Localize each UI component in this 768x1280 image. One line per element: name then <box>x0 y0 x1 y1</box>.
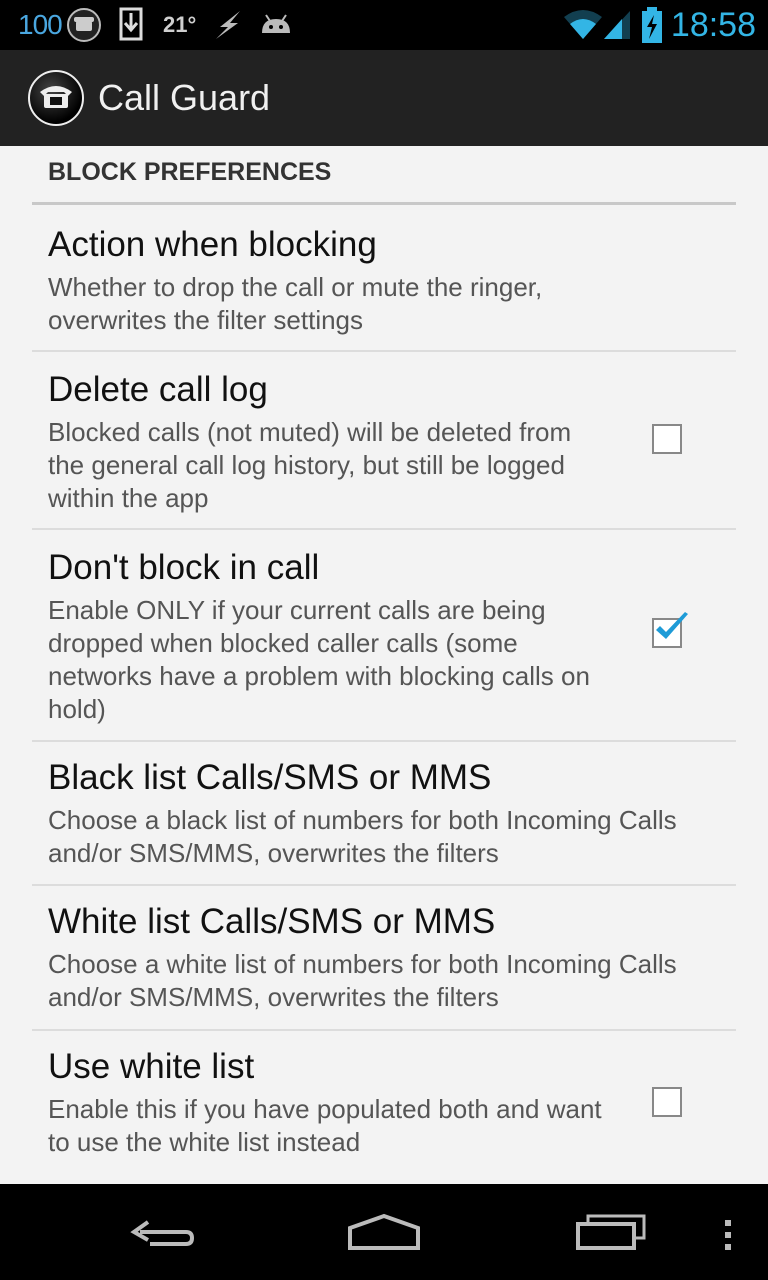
preferences-list: BLOCK PREFERENCES Action when blocking W… <box>0 146 768 1184</box>
pref-title: Use white list <box>48 1047 255 1086</box>
pref-summary: Blocked calls (not muted) will be delete… <box>48 417 572 513</box>
app-phone-icon[interactable] <box>28 70 84 126</box>
pref-title: Delete call log <box>48 370 268 409</box>
battery-percent-text: 100 <box>18 9 63 40</box>
pref-black-list[interactable]: Black list Calls/SMS or MMS Choose a bla… <box>32 742 736 886</box>
pref-title: Action when blocking <box>48 225 377 264</box>
recents-icon[interactable] <box>570 1202 650 1262</box>
phone-icon <box>66 0 102 50</box>
back-icon[interactable] <box>120 1202 200 1262</box>
clock: 18:58 <box>670 5 756 44</box>
status-bar: 100 21° 18:58 <box>0 0 768 50</box>
temperature: 21° <box>163 12 197 37</box>
battery-charging-icon <box>640 0 664 50</box>
pref-summary: Enable ONLY if your current calls are be… <box>48 595 590 724</box>
pref-title: Black list Calls/SMS or MMS <box>48 758 492 797</box>
section-header: BLOCK PREFERENCES <box>48 158 332 186</box>
pref-action-when-blocking[interactable]: Action when blocking Whether to drop the… <box>32 205 736 352</box>
pref-dont-block-in-call[interactable]: Don't block in call Enable ONLY if your … <box>32 530 736 742</box>
pref-summary: Choose a white list of numbers for both … <box>48 949 677 1012</box>
signal-icon <box>602 0 632 50</box>
delete-call-log-checkbox[interactable] <box>652 424 682 454</box>
app-title: Call Guard <box>98 77 271 118</box>
pref-summary: Choose a black list of numbers for both … <box>48 805 677 868</box>
pref-use-white-list[interactable]: Use white list Enable this if you have p… <box>32 1031 736 1181</box>
action-bar: Call Guard <box>0 50 768 146</box>
download-icon <box>118 0 144 50</box>
dont-block-in-call-checkbox[interactable] <box>652 612 688 648</box>
pref-white-list[interactable]: White list Calls/SMS or MMS Choose a whi… <box>32 886 736 1031</box>
navigation-bar <box>0 1184 768 1280</box>
pref-delete-call-log[interactable]: Delete call log Blocked calls (not muted… <box>32 352 736 530</box>
overflow-menu-icon[interactable] <box>716 1202 740 1262</box>
home-icon[interactable] <box>344 1202 424 1262</box>
pref-title: Don't block in call <box>48 548 320 587</box>
pref-summary: Enable this if you have populated both a… <box>48 1094 602 1157</box>
pref-summary: Whether to drop the call or mute the rin… <box>48 272 543 335</box>
android-icon <box>258 0 294 50</box>
wifi-icon <box>562 0 604 50</box>
pref-title: White list Calls/SMS or MMS <box>48 902 496 941</box>
checkmark-icon <box>656 612 688 639</box>
weather-lightning-icon <box>210 0 246 50</box>
use-white-list-checkbox[interactable] <box>652 1087 682 1117</box>
